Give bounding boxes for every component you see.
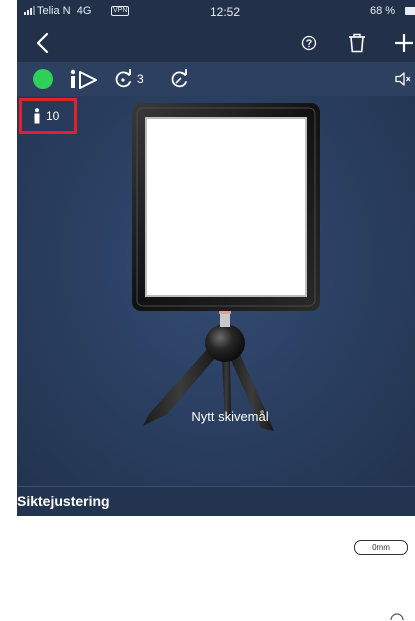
edit-repeat-button[interactable]: [169, 68, 191, 90]
add-button[interactable]: [391, 30, 415, 56]
trash-icon: [349, 33, 365, 53]
repeat-count: 3: [137, 72, 144, 86]
tripod-mount: [220, 313, 230, 327]
target-tripod-illustration: [132, 103, 320, 431]
carrier-label: Telia N 4G: [37, 5, 92, 17]
vpn-badge: VPN: [111, 6, 130, 16]
arc-icon[interactable]: [389, 608, 405, 621]
refresh-edit-icon: [171, 69, 187, 88]
clock: 12:52: [210, 5, 241, 19]
battery-icon: [405, 7, 415, 15]
adjustment-value-pill[interactable]: 0mm: [354, 540, 408, 555]
section-title: Siktejustering: [17, 493, 110, 509]
chevron-left-icon: [36, 32, 49, 54]
tripod-ball-head: [205, 324, 245, 362]
battery-percentage: 68 %: [370, 5, 396, 17]
app-screen: Telia N 4G VPN 12:52 68 % 3 10 Nytt skiv…: [17, 0, 415, 621]
sight-adjustment-header: Siktejustering: [17, 486, 415, 516]
target-face: [145, 117, 307, 297]
back-button[interactable]: [29, 30, 55, 56]
target-stage: 10 Nytt skivemål: [17, 96, 415, 486]
shot-count: 10: [46, 109, 60, 123]
help-button[interactable]: [296, 30, 322, 56]
connection-status-button[interactable]: [33, 68, 53, 90]
delete-button[interactable]: [344, 30, 370, 56]
sight-adjustment-panel: 0mm: [17, 516, 415, 621]
question-circle-icon: [301, 35, 317, 51]
signal-strength-icon: [24, 6, 35, 15]
shot-counter[interactable]: 10: [19, 98, 77, 134]
start-session-button[interactable]: [69, 68, 101, 90]
plus-icon: [395, 34, 413, 52]
refresh-shot-icon: [115, 69, 131, 88]
speaker-icon: [395, 72, 411, 86]
navigation-bar: [17, 24, 415, 62]
status-indicator-dot: [33, 69, 53, 89]
sound-button[interactable]: [395, 68, 411, 90]
info-icon: [34, 108, 40, 124]
new-target-label[interactable]: Nytt skivemål: [165, 409, 295, 424]
status-bar: Telia N 4G VPN 12:52 68 %: [17, 0, 415, 24]
session-toolbar: 3: [17, 62, 415, 96]
info-play-icon: [70, 69, 97, 89]
repeat-shots-button[interactable]: 3: [113, 68, 144, 90]
